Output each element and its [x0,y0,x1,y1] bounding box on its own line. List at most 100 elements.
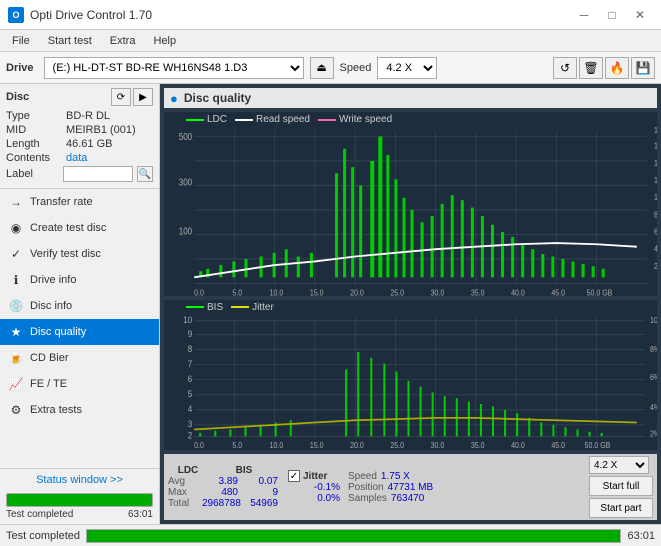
disc-contents-row: Contents data [6,152,153,164]
svg-text:0.0: 0.0 [194,440,204,450]
nav-verify-test-disc-label: Verify test disc [30,248,101,260]
eject-button[interactable]: ⏏ [310,57,334,79]
position-row: Position 47731 MB [348,482,433,493]
legend-write: Write speed [318,114,392,125]
status-window-button[interactable]: Status window >> [0,469,159,491]
svg-text:35.0: 35.0 [471,288,485,296]
disc-quality-title: Disc quality [184,91,251,105]
menu-help[interactable]: Help [145,33,184,49]
svg-text:100: 100 [179,226,192,237]
label-input[interactable] [63,166,133,182]
maximize-button[interactable]: □ [599,5,625,25]
disc-icon-btn-2[interactable]: ▶ [133,88,153,106]
status-time: 63:01 [128,509,153,520]
close-button[interactable]: ✕ [627,5,653,25]
max-bis: 9 [242,487,278,498]
svg-text:4%: 4% [650,402,657,412]
refresh-button[interactable]: ↺ [553,57,577,79]
legend-jitter-label: Jitter [252,302,274,313]
fe-te-icon: 📈 [8,376,24,392]
bis-header: BIS [224,465,264,476]
samples-text-label: Samples [348,493,387,504]
jitter-max: 0.0% [304,493,340,504]
titlebar-controls: ─ □ ✕ [571,5,653,25]
svg-text:15.0: 15.0 [310,440,324,450]
svg-text:50.0 GB: 50.0 GB [585,440,611,450]
svg-text:8: 8 [188,343,193,354]
disc-quality-icon: ★ [8,324,24,340]
avg-row: Avg 3.89 0.07 [168,476,278,487]
disc-quality-header: ● Disc quality [164,88,657,108]
nav-disc-info[interactable]: 💿 Disc info [0,293,159,319]
start-full-button[interactable]: Start full [589,476,653,496]
legend-read: Read speed [235,114,310,125]
nav-transfer-rate-label: Transfer rate [30,196,93,208]
svg-text:50.0 GB: 50.0 GB [587,288,613,296]
avg-bis: 0.07 [242,476,278,487]
stats-bar: LDC BIS Avg 3.89 0.07 Max 480 9 Total 29… [164,454,657,520]
length-value: 46.61 GB [66,138,112,150]
extra-tests-icon: ⚙ [8,402,24,418]
drivebar: Drive (E:) HL-DT-ST BD-RE WH16NS48 1.D3 … [0,52,661,84]
menu-start-test[interactable]: Start test [40,33,100,49]
svg-text:8%: 8% [650,344,657,354]
disc-label-row: Label 🔍 [6,166,153,182]
drive-action-buttons: ↺ 🗑 🔥 💾 [553,57,655,79]
drive-select[interactable]: (E:) HL-DT-ST BD-RE WH16NS48 1.D3 [44,57,304,79]
disc-icon-btn-1[interactable]: ⟳ [111,88,131,106]
nav-transfer-rate[interactable]: → Transfer rate [0,189,159,215]
svg-text:2X: 2X [654,261,657,271]
minimize-button[interactable]: ─ [571,5,597,25]
legend-ldc-label: LDC [207,114,227,125]
stats-headers: LDC BIS Avg 3.89 0.07 Max 480 9 Total 29… [168,465,278,509]
legend-write-label: Write speed [339,114,392,125]
nav-extra-tests[interactable]: ⚙ Extra tests [0,397,159,423]
svg-text:0.0: 0.0 [194,288,204,296]
burn-button[interactable]: 🔥 [605,57,629,79]
menu-file[interactable]: File [4,33,38,49]
main: Disc ⟳ ▶ Type BD-R DL MID MEIRB1 (001) L… [0,84,661,524]
bottom-status-bar: Test completed 63:01 [0,524,661,546]
bottom-status-time: 63:01 [627,530,655,542]
type-label: Type [6,110,66,122]
main-progress-bar-inner [87,530,620,542]
nav-extra-tests-label: Extra tests [30,404,82,416]
speed-text-label: Speed [348,471,377,482]
disc-header-icons: ⟳ ▶ [111,88,153,106]
label-search-button[interactable]: 🔍 [137,166,153,182]
nav-verify-test-disc[interactable]: ✓ Verify test disc [0,241,159,267]
erase-button[interactable]: 🗑 [579,57,603,79]
svg-text:40.0: 40.0 [511,288,525,296]
top-chart-svg: 500 300 100 18X 16X 14X 12X 10X 8X 6X 4X… [164,112,657,296]
svg-text:9: 9 [188,328,193,339]
total-label: Total [168,498,198,509]
svg-text:25.0: 25.0 [390,288,404,296]
nav-cd-bier[interactable]: 🍺 CD Bier [0,345,159,371]
samples-value: 763470 [391,493,424,504]
svg-text:7: 7 [188,358,193,369]
nav-fe-te[interactable]: 📈 FE / TE [0,371,159,397]
start-part-button[interactable]: Start part [589,498,653,518]
speed-select[interactable]: 4.2 X [377,57,437,79]
svg-text:2: 2 [188,430,193,441]
nav-disc-quality[interactable]: ★ Disc quality [0,319,159,345]
svg-text:5.0: 5.0 [232,288,242,296]
disc-mid-row: MID MEIRB1 (001) [6,124,153,136]
speed-row: Speed 1.75 X [348,471,433,482]
svg-text:45.0: 45.0 [551,440,565,450]
disc-section: Disc ⟳ ▶ Type BD-R DL MID MEIRB1 (001) L… [0,84,159,189]
save-button[interactable]: 💾 [631,57,655,79]
max-row: Max 480 9 [168,487,278,498]
avg-ldc: 3.89 [202,476,238,487]
svg-text:300: 300 [179,177,192,188]
menu-extra[interactable]: Extra [102,33,144,49]
legend-ldc: LDC [186,114,227,125]
jitter-max-row: 0.0% [304,493,340,504]
speed-dropdown[interactable]: 4.2 X [589,456,649,474]
nav-create-test-disc[interactable]: ◉ Create test disc [0,215,159,241]
app-icon: O [8,7,24,23]
nav-drive-info[interactable]: ℹ Drive info [0,267,159,293]
samples-row: Samples 763470 [348,493,433,504]
verify-test-disc-icon: ✓ [8,246,24,262]
jitter-checkbox[interactable]: ✓ [288,470,300,482]
